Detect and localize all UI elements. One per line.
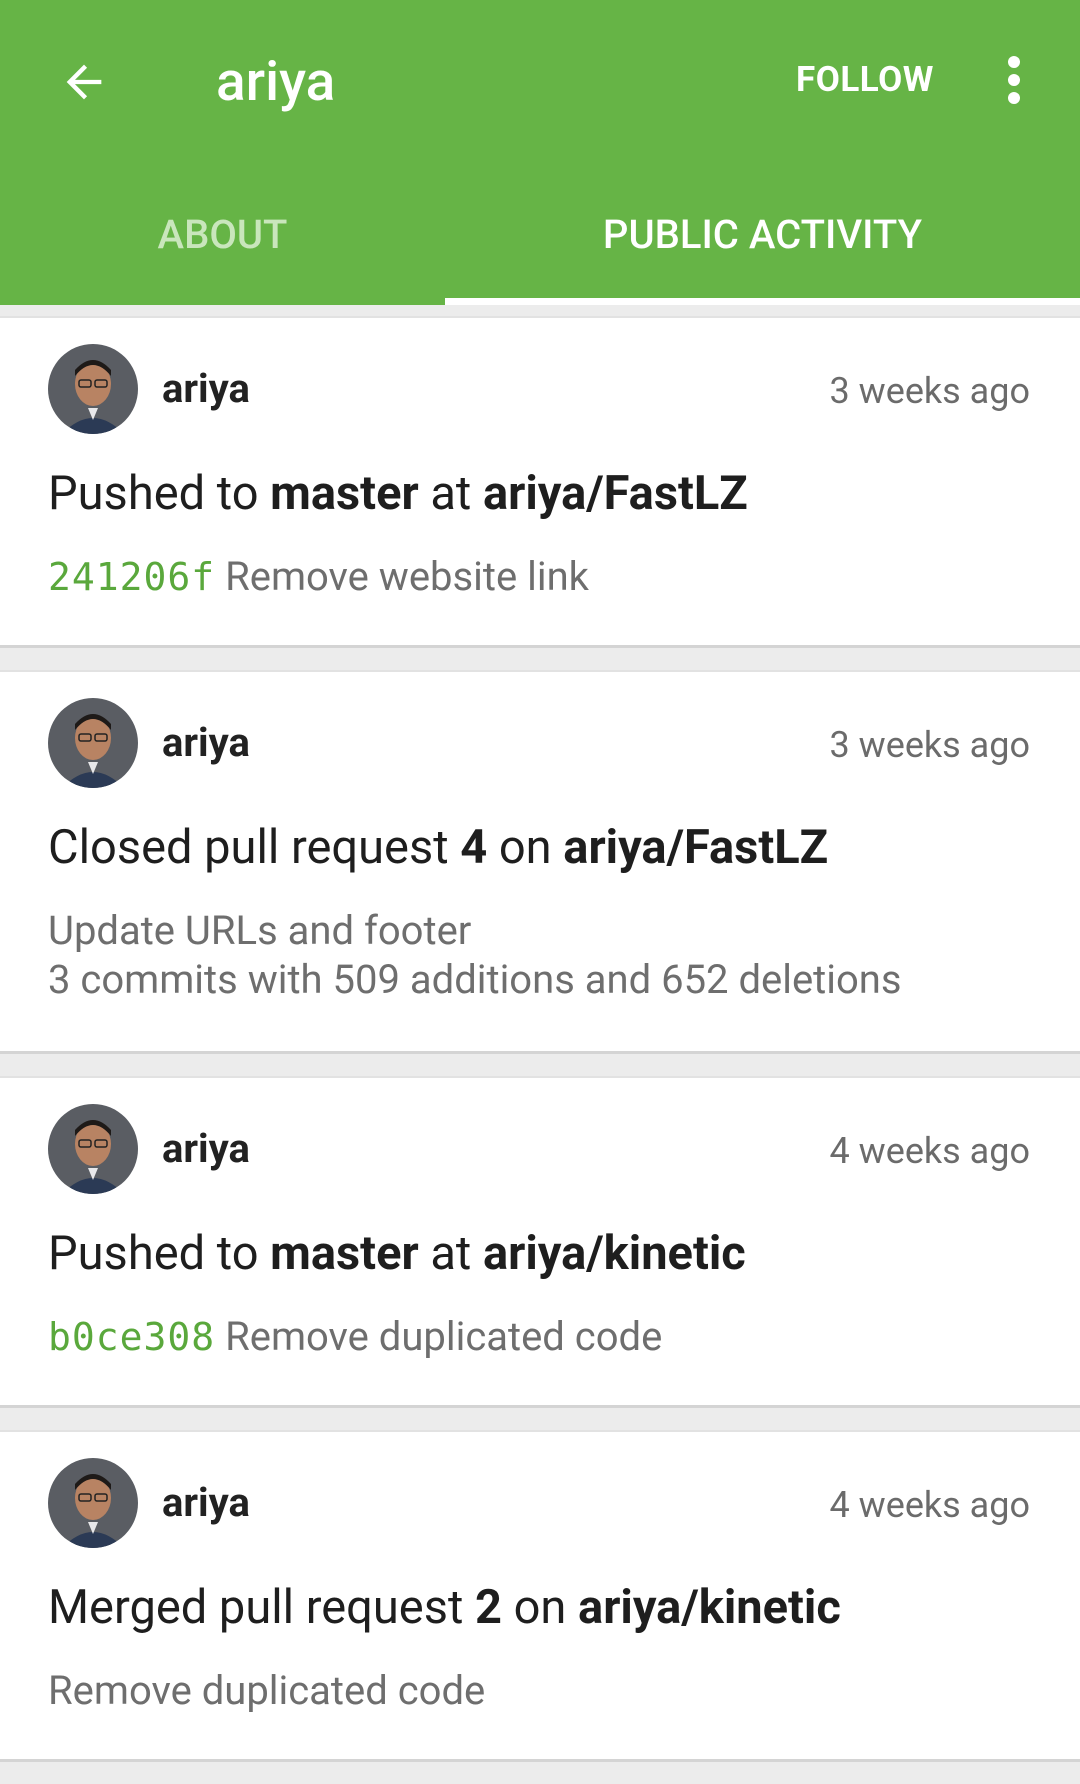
- branch-name: master: [270, 466, 419, 521]
- activity-card[interactable]: ariya 4 weeks ago Merged pull request 2 …: [0, 1430, 1080, 1762]
- avatar-image: [48, 698, 138, 788]
- username[interactable]: ariya: [162, 1124, 250, 1174]
- pull-request-number[interactable]: 2: [475, 1580, 502, 1635]
- avatar-image: [48, 344, 138, 434]
- pr-title: Update URLs and footer: [48, 907, 472, 954]
- activity-headline: Closed pull request 4 on ariya/FastLZ: [48, 820, 829, 875]
- commit-sha[interactable]: b0ce308: [48, 1315, 215, 1359]
- commit-message: Remove website link: [225, 553, 589, 600]
- activity-card[interactable]: ariya 4 weeks ago Pushed to master at ar…: [0, 1076, 1080, 1408]
- activity-headline: Pushed to master at ariya/FastLZ: [48, 466, 748, 521]
- page-title: ariya: [216, 50, 336, 114]
- avatar-image: [48, 1104, 138, 1194]
- username[interactable]: ariya: [162, 718, 250, 768]
- activity-feed: ariya 3 weeks ago Pushed to master at ar…: [0, 316, 1080, 1784]
- repo-link[interactable]: ariya/kinetic: [578, 1580, 841, 1635]
- tab-about[interactable]: ABOUT: [0, 200, 445, 305]
- follow-button[interactable]: FOLLOW: [796, 58, 934, 102]
- avatar[interactable]: [48, 698, 138, 788]
- more-vert-icon: [1008, 56, 1020, 68]
- timestamp: 4 weeks ago: [829, 1484, 1030, 1526]
- tab-public-activity[interactable]: PUBLIC ACTIVITY: [445, 200, 1080, 305]
- activity-card[interactable]: ariya 3 weeks ago Closed pull request 4 …: [0, 670, 1080, 1054]
- commit-line: b0ce308 Remove duplicated code: [48, 1312, 662, 1362]
- activity-headline: Pushed to master at ariya/kinetic: [48, 1226, 746, 1281]
- commit-line: 241206f Remove website link: [48, 552, 589, 602]
- branch-name: master: [270, 1226, 419, 1281]
- pr-stats: 3 commits with 509 additions and 652 del…: [48, 956, 902, 1003]
- app-bar: ariya FOLLOW ABOUT PUBLIC ACTIVITY: [0, 0, 1080, 305]
- activity-headline: Merged pull request 2 on ariya/kinetic: [48, 1580, 841, 1635]
- avatar[interactable]: [48, 344, 138, 434]
- commit-sha[interactable]: 241206f: [48, 555, 215, 599]
- repo-link[interactable]: ariya/FastLZ: [483, 466, 748, 521]
- timestamp: 3 weeks ago: [829, 724, 1030, 766]
- username[interactable]: ariya: [162, 1478, 250, 1528]
- avatar[interactable]: [48, 1458, 138, 1548]
- tab-bar: ABOUT PUBLIC ACTIVITY: [0, 200, 1080, 305]
- username[interactable]: ariya: [162, 364, 250, 414]
- pr-title: Remove duplicated code: [48, 1667, 486, 1714]
- more-options-button[interactable]: [990, 52, 1038, 108]
- activity-card[interactable]: ariya 3 weeks ago Pushed to master at ar…: [0, 316, 1080, 648]
- arrow-left-icon: [66, 64, 102, 100]
- repo-link[interactable]: ariya/FastLZ: [563, 820, 828, 875]
- timestamp: 3 weeks ago: [829, 370, 1030, 412]
- avatar-image: [48, 1458, 138, 1548]
- commit-message: Remove duplicated code: [225, 1313, 663, 1360]
- back-button[interactable]: [52, 50, 116, 114]
- repo-link[interactable]: ariya/kinetic: [483, 1226, 746, 1281]
- avatar[interactable]: [48, 1104, 138, 1194]
- pull-request-number[interactable]: 4: [460, 820, 487, 875]
- timestamp: 4 weeks ago: [829, 1130, 1030, 1172]
